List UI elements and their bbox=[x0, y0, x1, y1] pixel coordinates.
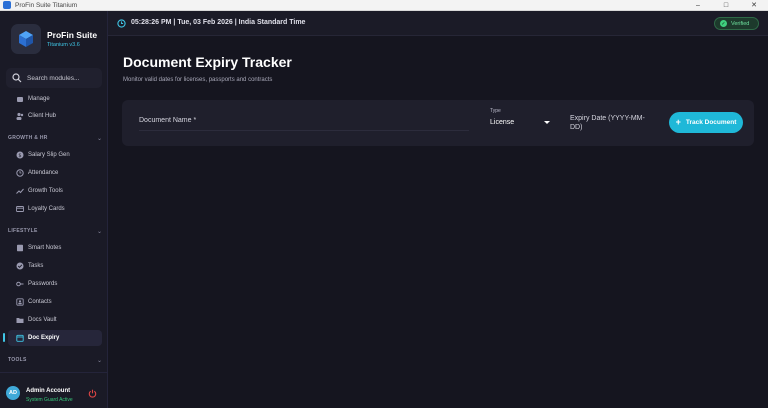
user-profile: AD Admin Account System Guard Active bbox=[0, 372, 108, 408]
sidebar-item-label: Tasks bbox=[28, 263, 44, 269]
sidebar-item-label: Client Hub bbox=[28, 113, 57, 119]
section-growth-hr[interactable]: GROWTH & HR ⌄ bbox=[8, 133, 102, 143]
chevron-down-icon: ⌄ bbox=[96, 357, 102, 364]
caret-down-icon bbox=[544, 121, 550, 124]
sidebar-item-growth-tools[interactable]: Growth Tools bbox=[8, 183, 102, 199]
section-label: GROWTH & HR bbox=[8, 135, 48, 141]
avatar[interactable]: AD bbox=[6, 386, 20, 400]
sidebar-item-manage[interactable]: Manage bbox=[8, 91, 102, 107]
trend-icon bbox=[16, 187, 24, 195]
users-icon bbox=[16, 112, 24, 120]
brand-version: Titanium v3.6 bbox=[47, 42, 80, 48]
chevron-down-icon: ⌄ bbox=[96, 135, 102, 142]
type-label: Type bbox=[490, 108, 501, 114]
sidebar-item-label: Manage bbox=[28, 96, 50, 102]
minimize-icon[interactable]: – bbox=[684, 0, 712, 11]
section-tools[interactable]: TOOLS ⌄ bbox=[8, 355, 102, 365]
brand-name: ProFin Suite bbox=[47, 30, 98, 40]
verified-badge: ✓ Verified bbox=[714, 17, 759, 30]
sidebar-item-label: Loyalty Cards bbox=[28, 206, 65, 212]
top-bar: 05:28:26 PM | Tue, 03 Feb 2026 | India S… bbox=[108, 11, 768, 36]
chevron-down-icon: ⌄ bbox=[96, 228, 102, 235]
window-title: ProFin Suite Titanium bbox=[15, 1, 78, 9]
track-document-button[interactable]: + Track Document bbox=[669, 112, 743, 133]
calendar-icon bbox=[16, 334, 24, 342]
key-icon bbox=[16, 280, 24, 288]
sidebar-item-contacts[interactable]: Contacts bbox=[8, 294, 102, 310]
active-indicator bbox=[3, 333, 5, 342]
sidebar-item-client-hub[interactable]: Client Hub bbox=[8, 108, 102, 124]
section-label: LIFESTYLE bbox=[8, 228, 38, 234]
sidebar-item-attendance[interactable]: Attendance bbox=[8, 165, 102, 181]
sidebar-item-label: Contacts bbox=[28, 299, 52, 305]
contact-icon bbox=[16, 298, 24, 306]
search-input[interactable]: Search modules... bbox=[6, 68, 102, 88]
sidebar-item-salary-slip-gen[interactable]: $ Salary Slip Gen bbox=[8, 147, 102, 163]
sidebar-item-label: Smart Notes bbox=[28, 245, 62, 251]
track-document-label: Track Document bbox=[685, 119, 737, 126]
card-icon bbox=[16, 205, 24, 213]
section-label: TOOLS bbox=[8, 357, 27, 363]
sidebar-item-tasks[interactable]: Tasks bbox=[8, 258, 102, 274]
search-icon bbox=[12, 73, 22, 83]
document-name-input[interactable]: Document Name * bbox=[139, 117, 469, 131]
folder-icon bbox=[16, 316, 24, 324]
expiry-date-input[interactable]: Expiry Date (YYYY-MM-DD) bbox=[570, 114, 650, 132]
clock-icon bbox=[117, 19, 126, 28]
section-lifestyle[interactable]: LIFESTYLE ⌄ bbox=[8, 226, 102, 236]
cube-logo-icon bbox=[11, 24, 41, 54]
type-selected-value: License bbox=[490, 119, 515, 126]
page-subtitle: Monitor valid dates for licenses, passpo… bbox=[123, 77, 273, 83]
user-name: Admin Account bbox=[26, 388, 71, 394]
plus-icon: + bbox=[675, 117, 681, 127]
window-titlebar: ProFin Suite Titanium – □ ✕ bbox=[0, 0, 768, 11]
sidebar-item-docs-vault[interactable]: Docs Vault bbox=[8, 312, 102, 328]
sidebar-item-smart-notes[interactable]: Smart Notes bbox=[8, 240, 102, 256]
sidebar-item-label: Docs Vault bbox=[28, 317, 57, 323]
power-icon[interactable] bbox=[88, 389, 97, 398]
clock-icon bbox=[16, 169, 24, 177]
brand: ProFin Suite Titanium v3.6 bbox=[11, 24, 97, 54]
window-controls: – □ ✕ bbox=[684, 0, 768, 11]
sidebar-item-passwords[interactable]: Passwords bbox=[8, 276, 102, 292]
manage-icon bbox=[16, 95, 24, 103]
check-icon bbox=[16, 262, 24, 270]
search-placeholder: Search modules... bbox=[27, 74, 80, 82]
verified-label: Verified bbox=[731, 20, 750, 27]
sidebar-item-loyalty-cards[interactable]: Loyalty Cards bbox=[8, 201, 102, 217]
type-select[interactable]: License bbox=[490, 119, 552, 131]
check-circle-icon: ✓ bbox=[720, 20, 727, 27]
datetime-display: 05:28:26 PM | Tue, 03 Feb 2026 | India S… bbox=[131, 19, 306, 26]
sidebar-item-label: Attendance bbox=[28, 170, 59, 176]
sidebar-item-label: Passwords bbox=[28, 281, 58, 287]
app-icon bbox=[3, 1, 11, 9]
svg-text:$: $ bbox=[18, 153, 21, 159]
sidebar-item-label: Salary Slip Gen bbox=[28, 152, 70, 158]
sidebar-item-label: Growth Tools bbox=[28, 188, 63, 194]
note-icon bbox=[16, 244, 24, 252]
maximize-icon[interactable]: □ bbox=[712, 0, 740, 11]
dollar-icon: $ bbox=[16, 151, 24, 159]
page-title: Document Expiry Tracker bbox=[123, 54, 292, 70]
sidebar-item-label: Doc Expiry bbox=[28, 335, 60, 341]
close-icon[interactable]: ✕ bbox=[740, 0, 768, 11]
user-status: System Guard Active bbox=[26, 397, 73, 403]
sidebar-item-doc-expiry[interactable]: Doc Expiry bbox=[8, 330, 102, 346]
